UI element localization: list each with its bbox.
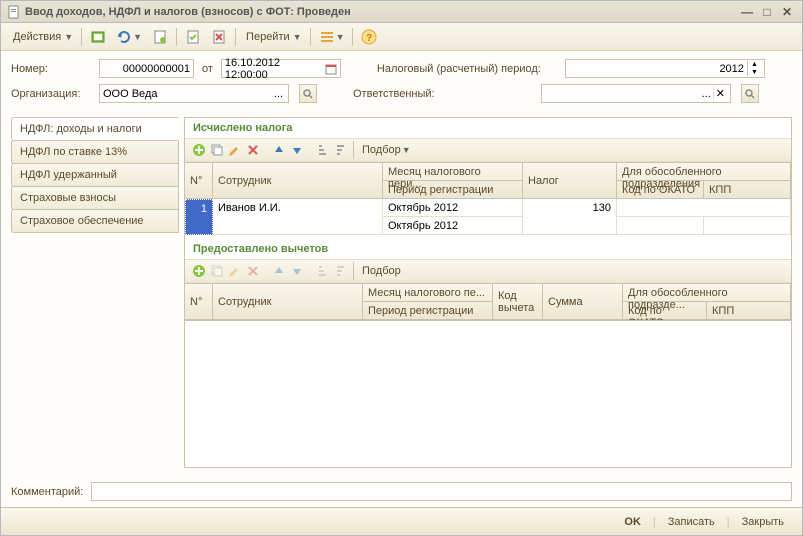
resp-search-button[interactable] [741, 84, 759, 103]
titlebar: Ввод доходов, НДФЛ и налогов (взносов) с… [1, 1, 802, 23]
date-input[interactable]: 16.10.2012 12:00:00 [221, 59, 341, 78]
copy-row2-icon[interactable] [209, 263, 225, 279]
minimize-button[interactable]: — [738, 5, 756, 19]
window-title: Ввод доходов, НДФЛ и налогов (взносов) с… [25, 6, 736, 18]
col2-tax-month: Месяц налогового пе... [363, 284, 493, 302]
document-icon [7, 5, 21, 19]
col2-amount: Сумма [543, 284, 623, 320]
comment-label: Комментарий: [11, 486, 83, 498]
tax-period-input[interactable]: ▲ ▼ [565, 59, 765, 78]
delete-row-icon[interactable] [245, 142, 261, 158]
col2-reg-period: Период регистрации [363, 302, 493, 320]
comment-input[interactable] [91, 482, 792, 501]
tab-ndfl-13[interactable]: НДФЛ по ставке 13% [11, 140, 179, 164]
col-tax-month: Месяц налогового пери... [383, 163, 523, 181]
sort-asc-icon[interactable] [315, 142, 331, 158]
move-up2-icon[interactable] [271, 263, 287, 279]
tab-ndfl-income[interactable]: НДФЛ: доходы и налоги [11, 117, 179, 141]
move-down2-icon[interactable] [289, 263, 305, 279]
responsible-label: Ответственный: [353, 88, 533, 100]
col2-deduction: Код вычета [493, 284, 543, 320]
sort-desc2-icon[interactable] [333, 263, 349, 279]
grid2: N° Сотрудник Месяц налогового пе... Пери… [185, 283, 791, 320]
responsible-input[interactable]: ... ✕ [541, 84, 731, 103]
calendar-icon[interactable] [325, 63, 337, 75]
close-button[interactable]: ✕ [778, 5, 796, 19]
tb-icon-refresh[interactable]: ▼ [112, 27, 146, 47]
from-label: от [202, 63, 213, 75]
close-form-button[interactable]: Закрыть [734, 514, 792, 530]
resp-select-button[interactable]: ... [700, 86, 713, 101]
spin-down[interactable]: ▼ [747, 69, 761, 77]
tb-icon-doc[interactable] [148, 27, 172, 47]
delete-row2-icon[interactable] [245, 263, 261, 279]
footer: OK | Записать | Закрыть [1, 507, 802, 535]
table-row[interactable]: 1 Иванов И.И. Октябрь 2012 Октябрь 2012 … [185, 199, 791, 235]
move-up-icon[interactable] [271, 142, 287, 158]
tab-content: Исчислено налога Подбор▼ N° [184, 117, 792, 468]
col2-kpp: КПП [707, 302, 791, 320]
podbor2-button[interactable]: Подбор [358, 265, 405, 277]
col-kpp: КПП [704, 181, 791, 199]
maximize-button[interactable]: □ [758, 5, 776, 19]
tax-period-label: Налоговый (расчетный) период: [377, 63, 557, 75]
number-label: Номер: [11, 63, 91, 75]
col2-employee: Сотрудник [213, 284, 363, 320]
spin-up[interactable]: ▲ [747, 61, 761, 69]
grid1: N° Сотрудник Месяц налогового пери... Пе… [185, 162, 791, 239]
edit-row2-icon[interactable] [227, 263, 243, 279]
tb-icon-list[interactable]: ▼ [315, 27, 349, 47]
sort-asc2-icon[interactable] [315, 263, 331, 279]
org-label: Организация: [11, 88, 91, 100]
col2-num: N° [185, 284, 213, 320]
comment-row: Комментарий: [1, 476, 802, 507]
col-num: N° [185, 163, 213, 199]
section1-title: Исчислено налога [185, 118, 791, 138]
goto-menu[interactable]: Перейти▼ [240, 29, 306, 45]
tab-ndfl-withheld[interactable]: НДФЛ удержанный [11, 163, 179, 187]
tab-insurance-cover[interactable]: Страховое обеспечение [11, 209, 179, 233]
help-button[interactable]: ? [357, 27, 381, 47]
edit-row-icon[interactable] [227, 142, 243, 158]
sort-desc-icon[interactable] [333, 142, 349, 158]
copy-row-icon[interactable] [209, 142, 225, 158]
move-down-icon[interactable] [289, 142, 305, 158]
org-search-button[interactable] [299, 84, 317, 103]
col2-okato: Код по ОКАТО [623, 302, 707, 320]
add-row2-icon[interactable] [191, 263, 207, 279]
grid2-body[interactable] [185, 320, 791, 467]
form-header: Номер: от 16.10.2012 12:00:00 Налоговый … [1, 51, 802, 117]
org-select-button[interactable]: ... [272, 86, 285, 101]
ok-button[interactable]: OK [616, 514, 649, 530]
main-toolbar: Действия▼ ▼ Перейти▼ ▼ ? [1, 23, 802, 51]
number-input[interactable] [99, 59, 194, 78]
col-subdivision: Для обособленного подразделения [617, 163, 791, 181]
svg-text:?: ? [366, 33, 372, 44]
section2-title: Предоставлено вычетов [185, 239, 791, 259]
grid1-toolbar: Подбор▼ [185, 138, 791, 162]
resp-clear-button[interactable]: ✕ [713, 86, 727, 101]
tab-list: НДФЛ: доходы и налоги НДФЛ по ставке 13%… [11, 117, 179, 468]
col-employee: Сотрудник [213, 163, 383, 199]
col-tax: Налог [523, 163, 617, 199]
tb-icon-post[interactable] [181, 27, 205, 47]
col2-subdivision: Для обособленного подразде... [623, 284, 791, 302]
save-button[interactable]: Записать [660, 514, 723, 530]
tb-icon-unpost[interactable] [207, 27, 231, 47]
col-reg-period: Период регистрации [383, 181, 523, 199]
tb-icon-1[interactable] [86, 27, 110, 47]
org-input[interactable]: ... [99, 84, 289, 103]
grid2-toolbar: Подбор [185, 259, 791, 283]
podbor1-button[interactable]: Подбор▼ [358, 144, 415, 156]
actions-menu[interactable]: Действия▼ [7, 29, 77, 45]
add-row-icon[interactable] [191, 142, 207, 158]
col-okato: Код по ОКАТО [617, 181, 704, 199]
tab-insurance-contrib[interactable]: Страховые взносы [11, 186, 179, 210]
